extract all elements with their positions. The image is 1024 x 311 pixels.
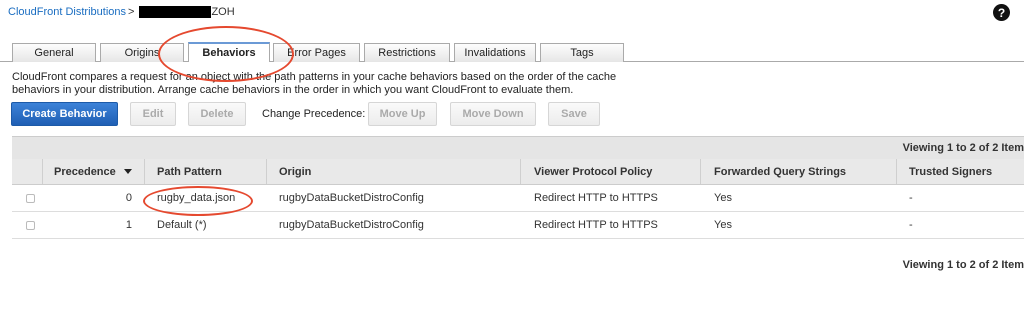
tab-tags[interactable]: Tags xyxy=(540,43,624,62)
column-header-trusted-signers[interactable]: Trusted Signers xyxy=(909,159,992,184)
column-divider xyxy=(896,159,897,184)
checkbox-icon[interactable] xyxy=(26,193,35,203)
cell-forwarded-query-strings: Yes xyxy=(714,219,732,231)
table-toolbar: Viewing 1 to 2 of 2 Item xyxy=(12,136,1024,159)
create-behavior-button[interactable]: Create Behavior xyxy=(11,102,118,126)
behaviors-description: CloudFront compares a request for an obj… xyxy=(12,71,617,96)
cell-viewer-protocol-policy: Redirect HTTP to HTTPS xyxy=(534,219,658,231)
cell-path-pattern: rugby_data.json xyxy=(157,192,236,204)
help-icon[interactable]: ? xyxy=(993,4,1010,21)
column-divider xyxy=(520,159,521,184)
cell-viewer-protocol-policy: Redirect HTTP to HTTPS xyxy=(534,192,658,204)
cell-path-pattern: Default (*) xyxy=(157,219,207,231)
tab-general[interactable]: General xyxy=(12,43,96,62)
column-header-forwarded-query-strings[interactable]: Forwarded Query Strings xyxy=(714,159,846,184)
tab-origins[interactable]: Origins xyxy=(100,43,184,62)
breadcrumb-distribution-id: ZOH xyxy=(211,6,235,18)
column-header-viewer-protocol-policy[interactable]: Viewer Protocol Policy xyxy=(534,159,652,184)
tab-error-pages[interactable]: Error Pages xyxy=(273,43,360,62)
tab-invalidations[interactable]: Invalidations xyxy=(454,43,536,62)
move-up-button[interactable]: Move Up xyxy=(368,102,437,126)
checkbox-icon[interactable] xyxy=(26,220,35,230)
redacted-block xyxy=(139,6,212,18)
cell-trusted-signers: - xyxy=(909,219,913,231)
behaviors-toolbar: Create Behavior Edit Delete Change Prece… xyxy=(0,102,1024,126)
edit-button[interactable]: Edit xyxy=(130,102,176,126)
row-select-checkbox[interactable] xyxy=(26,185,35,211)
column-divider xyxy=(700,159,701,184)
column-divider xyxy=(42,159,43,184)
behaviors-table: Viewing 1 to 2 of 2 Item Precedence Path… xyxy=(12,136,1024,239)
tab-restrictions[interactable]: Restrictions xyxy=(364,43,450,62)
row-select-checkbox[interactable] xyxy=(26,212,35,238)
column-divider xyxy=(144,159,145,184)
table-row[interactable]: 0 rugby_data.json rugbyDataBucketDistroC… xyxy=(12,185,1024,212)
cell-origin: rugbyDataBucketDistroConfig xyxy=(279,192,424,204)
table-row[interactable]: 1 Default (*) rugbyDataBucketDistroConfi… xyxy=(12,212,1024,239)
cell-precedence: 0 xyxy=(125,192,132,204)
cell-trusted-signers: - xyxy=(909,192,913,204)
column-header-path-pattern[interactable]: Path Pattern xyxy=(157,159,222,184)
breadcrumb-link-distributions[interactable]: CloudFront Distributions xyxy=(8,6,126,18)
column-divider xyxy=(266,159,267,184)
cell-forwarded-query-strings: Yes xyxy=(714,192,732,204)
breadcrumb: CloudFront Distributions > ZOH xyxy=(8,5,235,19)
sort-descending-icon[interactable] xyxy=(123,169,132,174)
viewing-count-bottom: Viewing 1 to 2 of 2 Item xyxy=(902,259,1024,271)
delete-button[interactable]: Delete xyxy=(188,102,246,126)
column-header-precedence-label: Precedence xyxy=(54,165,116,178)
column-header-precedence[interactable]: Precedence xyxy=(54,159,132,184)
cell-precedence: 1 xyxy=(125,219,132,231)
column-header-origin[interactable]: Origin xyxy=(279,159,311,184)
change-precedence-label: Change Precedence: xyxy=(262,108,366,120)
tab-behaviors[interactable]: Behaviors xyxy=(188,42,270,62)
breadcrumb-separator: > xyxy=(128,6,135,18)
table-header-row: Precedence Path Pattern Origin Viewer Pr… xyxy=(12,159,1024,185)
save-button[interactable]: Save xyxy=(548,102,600,126)
viewing-count-top: Viewing 1 to 2 of 2 Item xyxy=(902,142,1024,154)
move-down-button[interactable]: Move Down xyxy=(450,102,536,126)
cell-origin: rugbyDataBucketDistroConfig xyxy=(279,219,424,231)
